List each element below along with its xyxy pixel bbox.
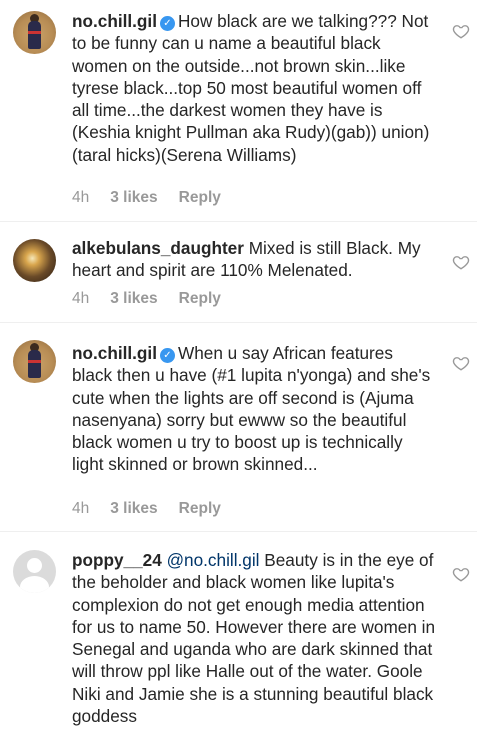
divider <box>0 531 477 532</box>
divider <box>0 322 477 323</box>
comment-time: 4h <box>72 290 90 307</box>
comment-meta: 4h 3 likes Reply <box>72 188 242 208</box>
like-heart-icon[interactable] <box>452 565 470 583</box>
user-avatar[interactable] <box>13 239 56 282</box>
comment-meta: 4h 3 likes Reply <box>72 289 242 309</box>
comment-time: 4h <box>72 189 90 206</box>
comment-username[interactable]: poppy__24 <box>72 550 162 570</box>
comment-username[interactable]: no.chill.gil <box>72 343 157 363</box>
like-heart-icon[interactable] <box>452 354 470 372</box>
user-avatar[interactable] <box>13 340 56 383</box>
verified-badge-icon: ✓ <box>159 348 175 363</box>
comment-likes[interactable]: 3 likes <box>110 188 157 208</box>
reply-button[interactable]: Reply <box>179 188 221 208</box>
comment-time: 4h <box>72 500 90 517</box>
reply-button[interactable]: Reply <box>179 289 221 309</box>
comment-meta: 4h 3 likes Reply <box>72 499 242 519</box>
comment-body: no.chill.gil ✓ When u say African features… <box>72 342 437 476</box>
like-heart-icon[interactable] <box>452 253 470 271</box>
comment-text: How black are we talking??? Not to be fu… <box>72 11 430 165</box>
comment-body: alkebulans_daughter Mixed is still Black… <box>72 237 437 282</box>
like-heart-icon[interactable] <box>452 22 470 40</box>
comment-body: poppy__24 @no.chill.gil Beauty is in the… <box>72 549 437 737</box>
comment-username[interactable]: alkebulans_daughter <box>72 238 244 258</box>
comment-likes[interactable]: 3 likes <box>110 499 157 519</box>
comment-text: Beauty is in the eye of the beholder and… <box>72 550 436 727</box>
comment-body: no.chill.gil ✓ How black are we talking???… <box>72 10 437 166</box>
user-avatar[interactable] <box>13 550 56 593</box>
verified-badge-icon: ✓ <box>159 16 175 31</box>
comment-username[interactable]: no.chill.gil <box>72 11 157 31</box>
user-avatar[interactable] <box>13 11 56 54</box>
divider <box>0 221 477 222</box>
comment-likes[interactable]: 3 likes <box>110 289 157 309</box>
comment-mention[interactable]: @no.chill.gil <box>167 550 260 570</box>
reply-button[interactable]: Reply <box>179 499 221 519</box>
